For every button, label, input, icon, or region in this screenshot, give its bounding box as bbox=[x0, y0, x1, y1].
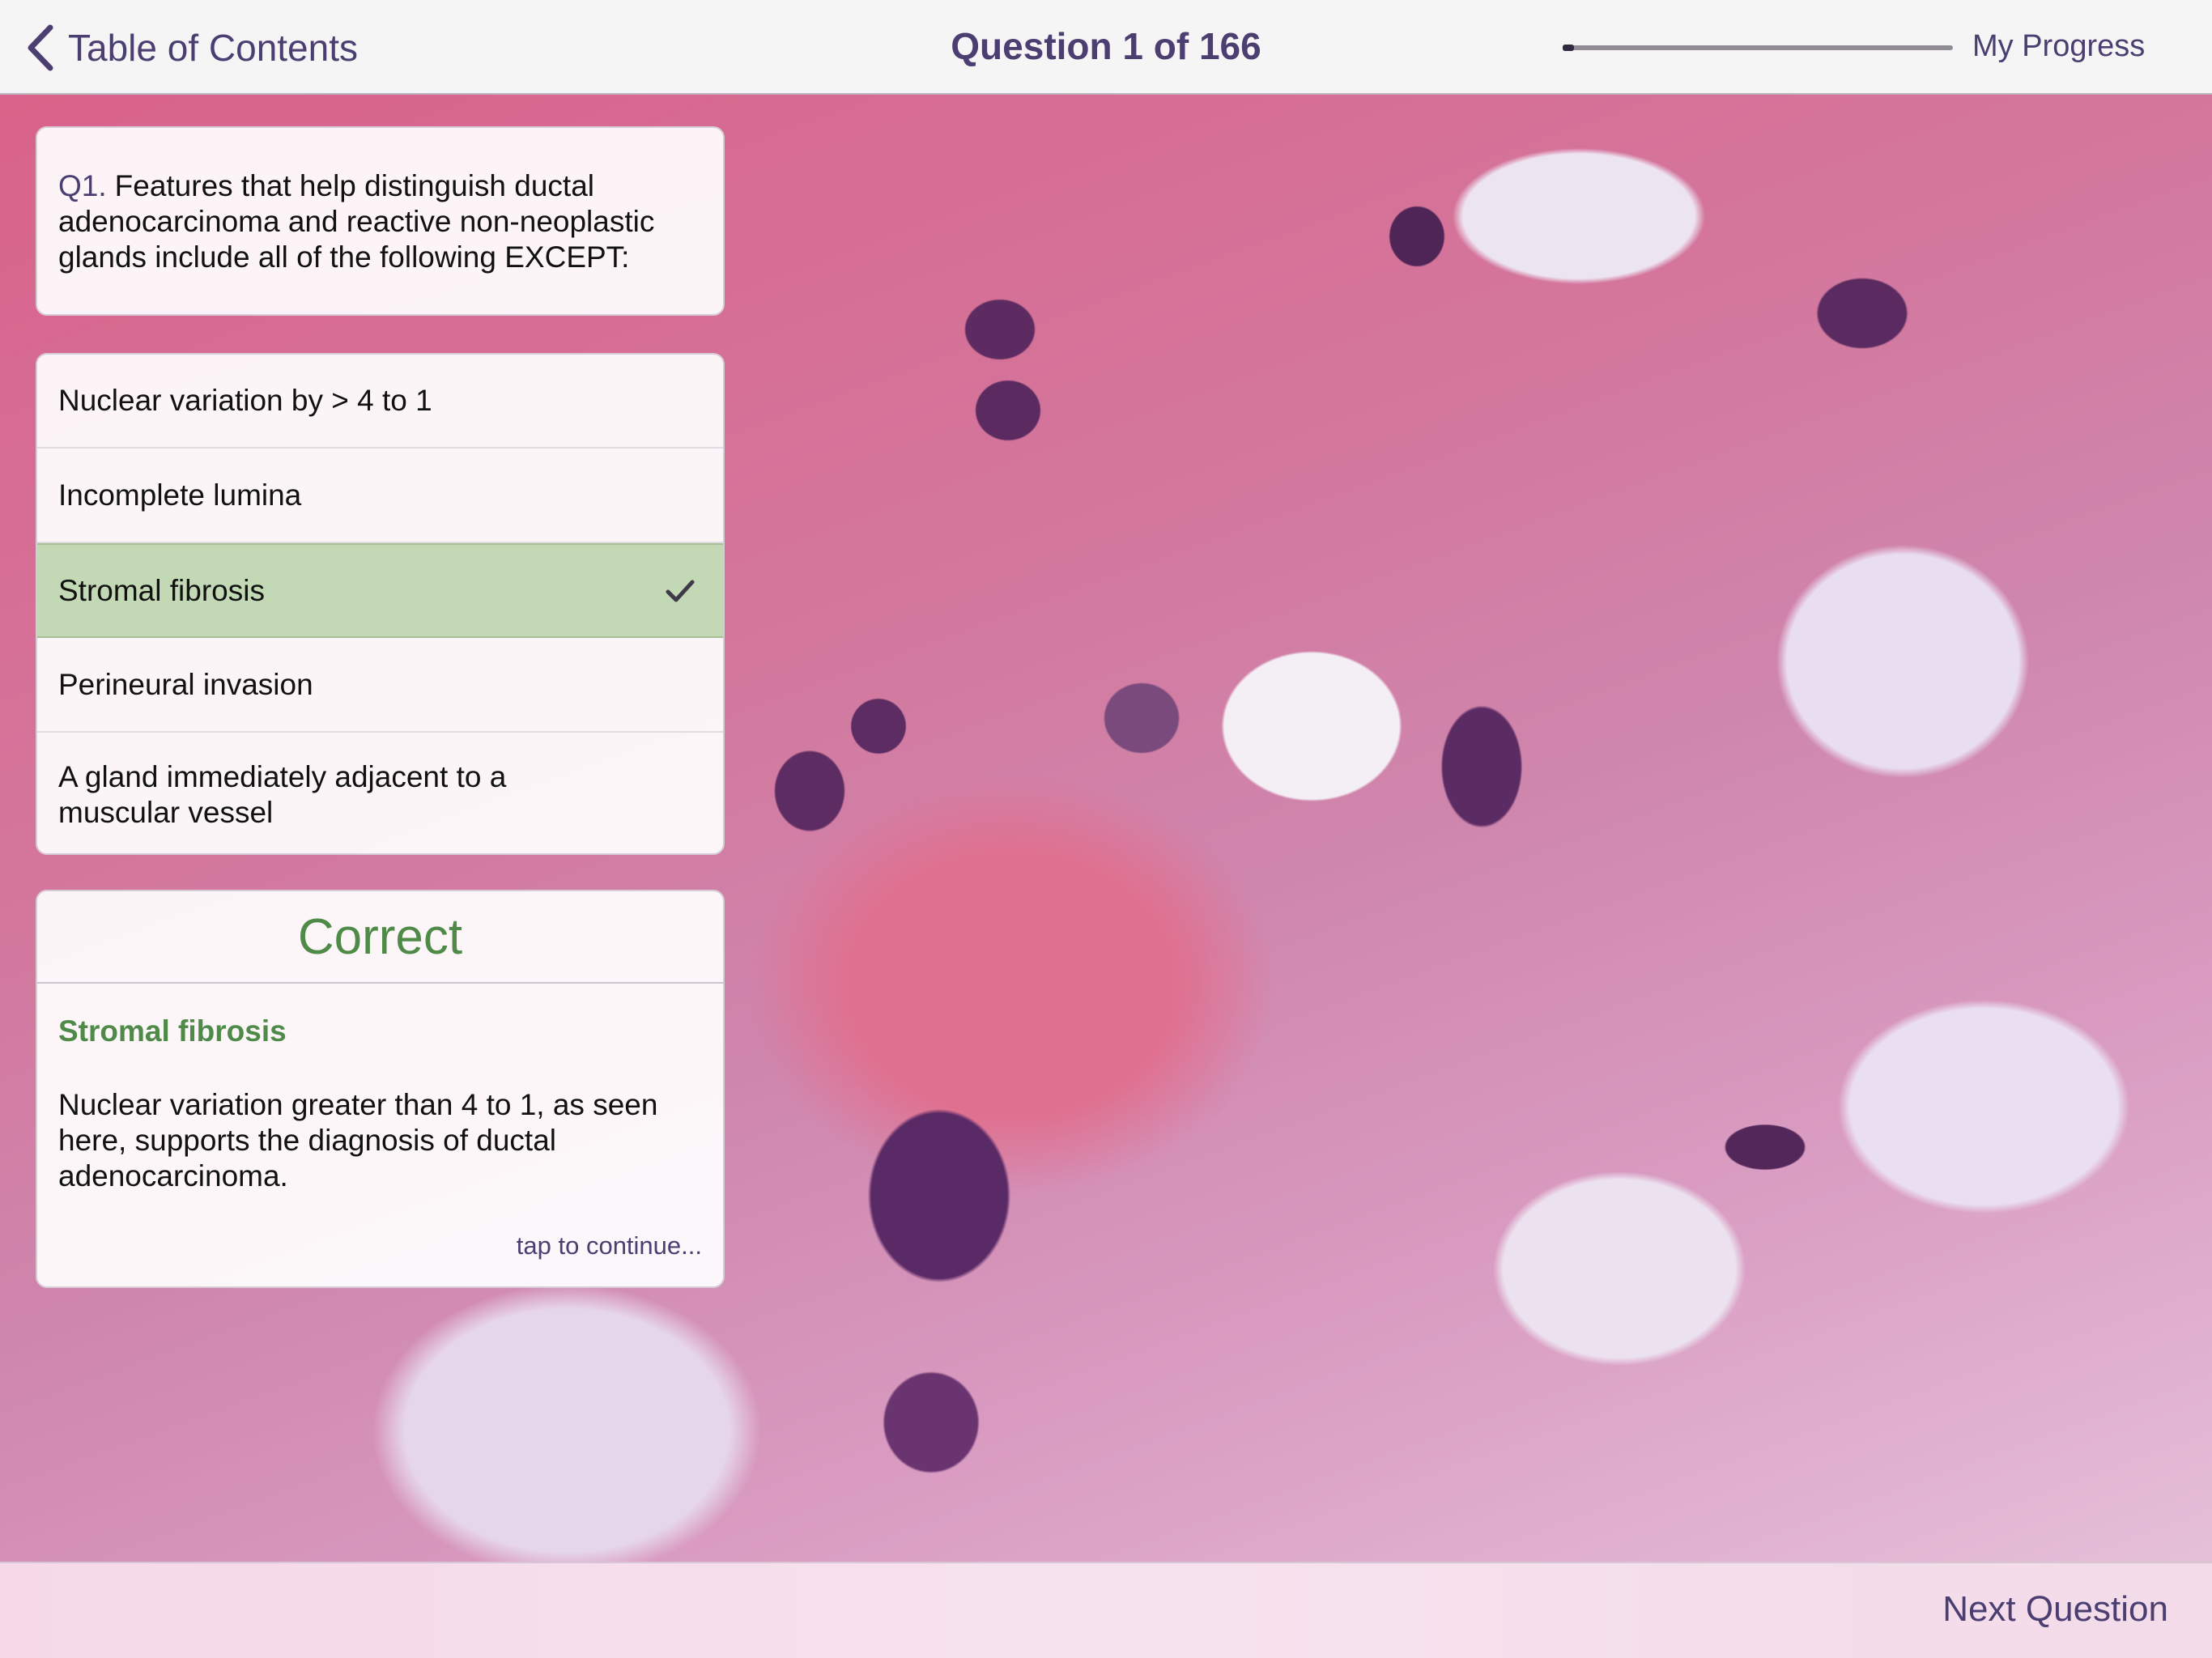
answer-option[interactable]: Incomplete lumina bbox=[37, 449, 723, 543]
answer-option-selected[interactable]: Stromal fibrosis bbox=[37, 543, 723, 638]
answer-option[interactable]: Nuclear variation by > 4 to 1 bbox=[37, 355, 723, 449]
explanation-text: Nuclear variation greater than 4 to 1, a… bbox=[58, 1088, 658, 1192]
back-button[interactable]: Table of Contents bbox=[24, 23, 358, 73]
question-text: Features that help distinguish ductal ad… bbox=[58, 169, 655, 274]
answer-label: Stromal fibrosis bbox=[58, 573, 265, 607]
progress-bar-fill bbox=[1563, 45, 1575, 51]
answer-label: Incomplete lumina bbox=[58, 478, 302, 512]
my-progress-button[interactable]: My Progress bbox=[1972, 29, 2145, 64]
result-status: Correct bbox=[37, 891, 723, 984]
navigation-bar: Table of Contents Question 1 of 166 My P… bbox=[0, 0, 2212, 95]
question-card: Q1. Features that help distinguish ductal… bbox=[36, 126, 725, 316]
progress-bar[interactable] bbox=[1563, 45, 1953, 51]
answer-label: Nuclear variation by > 4 to 1 bbox=[58, 384, 432, 417]
correct-answer-label: Stromal fibrosis bbox=[58, 1014, 287, 1048]
answer-option[interactable]: A gland immediately adjacent to a muscul… bbox=[37, 733, 604, 853]
chevron-left-icon bbox=[28, 24, 53, 71]
answer-label: A gland immediately adjacent to a muscul… bbox=[58, 759, 507, 829]
tap-to-continue[interactable]: tap to continue... bbox=[517, 1231, 702, 1261]
bottom-toolbar: Next Question bbox=[0, 1562, 2212, 1658]
back-label: Table of Contents bbox=[68, 27, 359, 69]
result-card[interactable]: Correct Stromal fibrosis Nuclear variati… bbox=[36, 890, 725, 1288]
answer-option[interactable]: Perineural invasion bbox=[37, 638, 723, 733]
question-number: Q1. bbox=[58, 169, 107, 202]
next-question-button[interactable]: Next Question bbox=[1942, 1589, 2168, 1630]
answer-label: Perineural invasion bbox=[58, 667, 313, 701]
answer-list: Nuclear variation by > 4 to 1 Incomplete… bbox=[36, 353, 725, 855]
question-text-block: Q1. Features that help distinguish ductal… bbox=[58, 168, 702, 275]
checkmark-icon bbox=[666, 580, 695, 602]
